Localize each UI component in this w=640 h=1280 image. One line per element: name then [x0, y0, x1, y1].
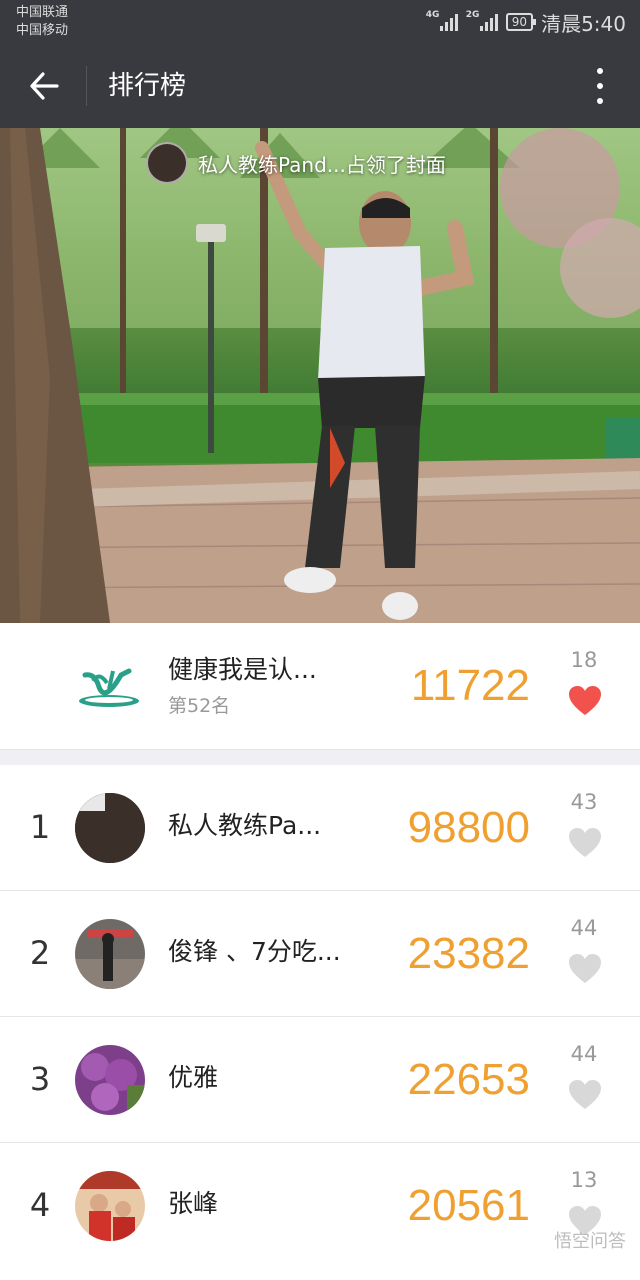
- battery-icon: 90: [505, 13, 537, 31]
- my-name: 健康我是认...: [168, 655, 317, 684]
- like-count: 43: [570, 790, 598, 814]
- clock: 清晨5:40: [541, 11, 626, 36]
- avatar-photo: [75, 919, 145, 989]
- battery-level: 90: [511, 15, 528, 29]
- step-count: 20561: [407, 1181, 530, 1230]
- avatar-photo: [75, 1171, 145, 1241]
- watermark-logo-icon: [526, 1229, 548, 1251]
- cover-caption-text: 私人教练Pand...占领了封面: [198, 152, 446, 177]
- ranking-row[interactable]: 1 私人教练Pa... 98800 43: [0, 765, 640, 891]
- status-icons: 4G 2G 90 清晨5:40: [426, 8, 626, 36]
- ranking-row[interactable]: 4 张峰 20561 13 悟空问答: [0, 1143, 640, 1269]
- my-avatar[interactable]: [75, 653, 145, 723]
- like-count: 44: [570, 1042, 598, 1066]
- step-count: 22653: [407, 1055, 530, 1104]
- user-name: 优雅: [168, 1063, 219, 1092]
- user-name: 俊锋 、7分吃...: [168, 937, 341, 966]
- heart-icon[interactable]: [568, 953, 602, 985]
- watermark-text: 悟空问答: [554, 1231, 626, 1252]
- back-button[interactable]: [22, 64, 66, 108]
- step-count: 98800: [407, 803, 530, 852]
- my-step-count: 11722: [410, 661, 530, 710]
- user-name: 私人教练Pa...: [168, 811, 322, 840]
- heart-icon[interactable]: [568, 827, 602, 859]
- avatar[interactable]: [75, 919, 145, 989]
- heart-icon[interactable]: [568, 1079, 602, 1111]
- avatar[interactable]: [75, 1171, 145, 1241]
- signal-icon-4g: 4G: [425, 10, 458, 31]
- section-separator: [0, 749, 640, 765]
- ranking-row[interactable]: 2 俊锋 、7分吃... 23382 44: [0, 891, 640, 1017]
- cover-caption: 私人教练Pand...占领了封面: [146, 142, 446, 184]
- heart-icon-liked[interactable]: [568, 685, 602, 717]
- title-bar: 排行榜: [0, 44, 640, 128]
- carrier-info: 中国联通 中国移动: [16, 4, 68, 40]
- cover-photo[interactable]: 私人教练Pand...占领了封面: [0, 128, 640, 623]
- like-count: 13: [570, 1168, 598, 1192]
- more-dot-icon: [597, 68, 603, 74]
- more-dot-icon: [597, 98, 603, 104]
- rank-number: 1: [29, 808, 51, 846]
- more-options-button[interactable]: [590, 66, 610, 106]
- cover-owner-avatar[interactable]: [146, 142, 188, 184]
- avatar-photo: [75, 793, 145, 863]
- network-type-1: 4G: [425, 10, 440, 20]
- page-title: 排行榜: [108, 71, 187, 101]
- my-like-count: 18: [570, 648, 598, 672]
- carrier-2: 中国移动: [16, 23, 69, 38]
- carrier-1: 中国联通: [16, 5, 69, 20]
- user-name: 张峰: [168, 1189, 219, 1218]
- step-count: 23382: [407, 929, 530, 978]
- signal-icon-2g: 2G: [465, 10, 498, 31]
- rank-number: 4: [29, 1186, 51, 1224]
- health-logo-icon: [79, 668, 139, 707]
- ranking-row[interactable]: 3 优雅 22653 44: [0, 1017, 640, 1143]
- avatar-photo: [75, 1045, 145, 1115]
- my-rank-row[interactable]: 健康我是认... 第52名 11722 18: [0, 623, 640, 749]
- rank-number: 3: [29, 1060, 51, 1098]
- title-divider: [86, 66, 87, 106]
- more-dot-icon: [597, 83, 603, 89]
- status-bar: 中国联通 中国移动 4G 2G 90 清晨5:40: [0, 0, 640, 44]
- like-count: 44: [570, 916, 598, 940]
- cover-scene-illustration: [0, 128, 640, 623]
- network-type-2: 2G: [465, 10, 480, 20]
- rank-number: 2: [29, 934, 51, 972]
- avatar[interactable]: [75, 1045, 145, 1115]
- my-rank-position: 第52名: [168, 695, 231, 717]
- arrow-left-icon: [30, 72, 59, 100]
- watermark: 悟空问答: [526, 1227, 626, 1253]
- avatar[interactable]: [75, 793, 145, 863]
